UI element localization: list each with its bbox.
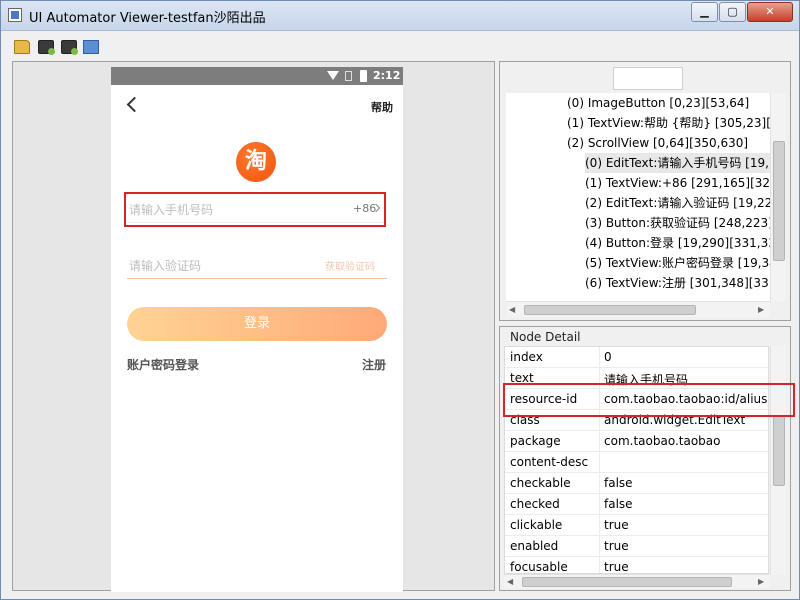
scroll-right-icon[interactable]: ▶ [758,305,764,314]
toolbar [1,32,799,60]
property-key: checked [510,497,560,511]
tree-item[interactable]: (3) Button:获取验证码 [248,223][ [585,213,770,233]
property-value: com.taobao.taobao [604,434,721,448]
app-window: UI Automator Viewer-testfan沙陌出品 ▁ ▢ ✕ 2:… [0,0,800,600]
table-row[interactable]: checked false [505,494,768,515]
get-code-button[interactable]: 获取验证码 [325,258,375,273]
property-value: false [604,497,633,511]
property-key: package [510,434,561,448]
register-link[interactable]: 注册 [362,356,386,373]
sim-icon [345,71,352,81]
resource-id-highlight [503,383,795,417]
property-key: content-desc [510,455,589,469]
password-login-link[interactable]: 账户密码登录 [127,356,199,373]
hierarchy-vertical-scrollbar[interactable] [770,93,786,301]
tree-item[interactable]: (2) ScrollView [0,64][350,630] [567,133,748,153]
wifi-icon [327,71,339,80]
node-detail-panel: Node Detail index 0 text 请输入手机号码 resource-… [499,326,791,591]
tree-item[interactable]: (6) TextView:注册 [301,348][331 [585,273,770,293]
node-detail-table[interactable]: index 0 text 请输入手机号码 resource-id com.taobao… [504,346,769,574]
tree-item[interactable]: (2) EditText:请输入验证码 [19,22 [585,193,770,213]
property-value: 0 [604,350,612,364]
property-key: checkable [510,476,571,490]
open-folder-icon[interactable] [14,40,30,54]
property-key: clickable [510,518,563,532]
table-row[interactable]: clickable true [505,515,768,536]
device-screenshot-icon[interactable] [38,40,55,55]
tree-item[interactable]: (5) TextView:账户密码登录 [19,34 [585,253,770,273]
table-row[interactable]: enabled true [505,536,768,557]
scroll-left-icon[interactable]: ◀ [507,577,513,586]
hierarchy-panel: (0) ImageButton [0,23][53,64] (1) TextVi… [499,61,791,321]
table-row[interactable]: index 0 [505,347,768,368]
verification-code-input[interactable]: 请输入验证码 获取验证码 [127,249,387,279]
tree-item-selected[interactable]: (0) EditText:请输入手机号码 [19,1 [585,153,770,173]
device-screenshot[interactable]: 2:12 帮助 淘 请输入手机号码 +86 请输入验证码 获取验证码 登录 账户… [111,67,403,592]
minimize-button[interactable]: ▁ [691,2,718,22]
table-row[interactable]: package com.taobao.taobao [505,431,768,452]
window-title: UI Automator Viewer-testfan沙陌出品 [29,11,266,26]
property-key: focusable [510,560,568,574]
tree-item[interactable]: (1) TextView:+86 [291,165][323, [585,173,770,193]
scroll-left-icon[interactable]: ◀ [509,305,515,314]
hierarchy-toolbar[interactable] [613,67,683,90]
verification-code-placeholder: 请输入验证码 [129,259,202,273]
back-arrow-icon[interactable] [126,96,143,113]
app-icon [8,8,22,22]
table-row[interactable]: content-desc [505,452,768,473]
table-row[interactable]: focusable true [505,557,768,574]
device-screenshot-compressed-icon[interactable] [61,40,78,55]
property-value: true [604,518,629,532]
battery-icon [360,70,367,82]
hierarchy-tree[interactable]: (0) ImageButton [0,23][53,64] (1) TextVi… [506,93,770,301]
title-bar[interactable]: UI Automator Viewer-testfan沙陌出品 ▁ ▢ ✕ [1,1,799,31]
taobao-logo: 淘 [236,142,276,182]
maximize-button[interactable]: ▢ [719,2,746,22]
node-detail-horizontal-scrollbar[interactable]: ◀ ▶ [504,574,770,588]
screenshot-panel: 2:12 帮助 淘 请输入手机号码 +86 请输入验证码 获取验证码 登录 账户… [12,61,495,592]
property-key: index [510,350,543,364]
property-value: true [604,539,629,553]
tree-item[interactable]: (4) Button:登录 [19,290][331,331 [585,233,770,253]
property-value: false [604,476,633,490]
save-icon[interactable] [83,40,99,54]
tree-item[interactable]: (0) ImageButton [0,23][53,64] [567,93,749,113]
status-bar: 2:12 [111,67,403,85]
table-row[interactable]: checkable false [505,473,768,494]
help-link[interactable]: 帮助 [371,99,393,115]
scroll-thumb[interactable] [773,416,785,486]
selected-node-highlight [124,192,386,227]
scroll-right-icon[interactable]: ▶ [758,577,764,586]
scroll-thumb[interactable] [524,305,696,315]
status-time: 2:12 [373,69,401,82]
scroll-thumb[interactable] [773,141,785,261]
tree-item[interactable]: (1) TextView:帮助 {帮助} [305,23][35 [567,113,770,133]
login-button[interactable]: 登录 [127,307,387,341]
property-value: true [604,560,629,574]
property-key: enabled [510,539,559,553]
hierarchy-horizontal-scrollbar[interactable]: ◀ ▶ [506,301,770,317]
node-detail-vertical-scrollbar[interactable] [770,346,786,574]
close-button[interactable]: ✕ [747,2,793,22]
scroll-thumb[interactable] [522,577,732,587]
node-detail-title: Node Detail [510,330,581,344]
